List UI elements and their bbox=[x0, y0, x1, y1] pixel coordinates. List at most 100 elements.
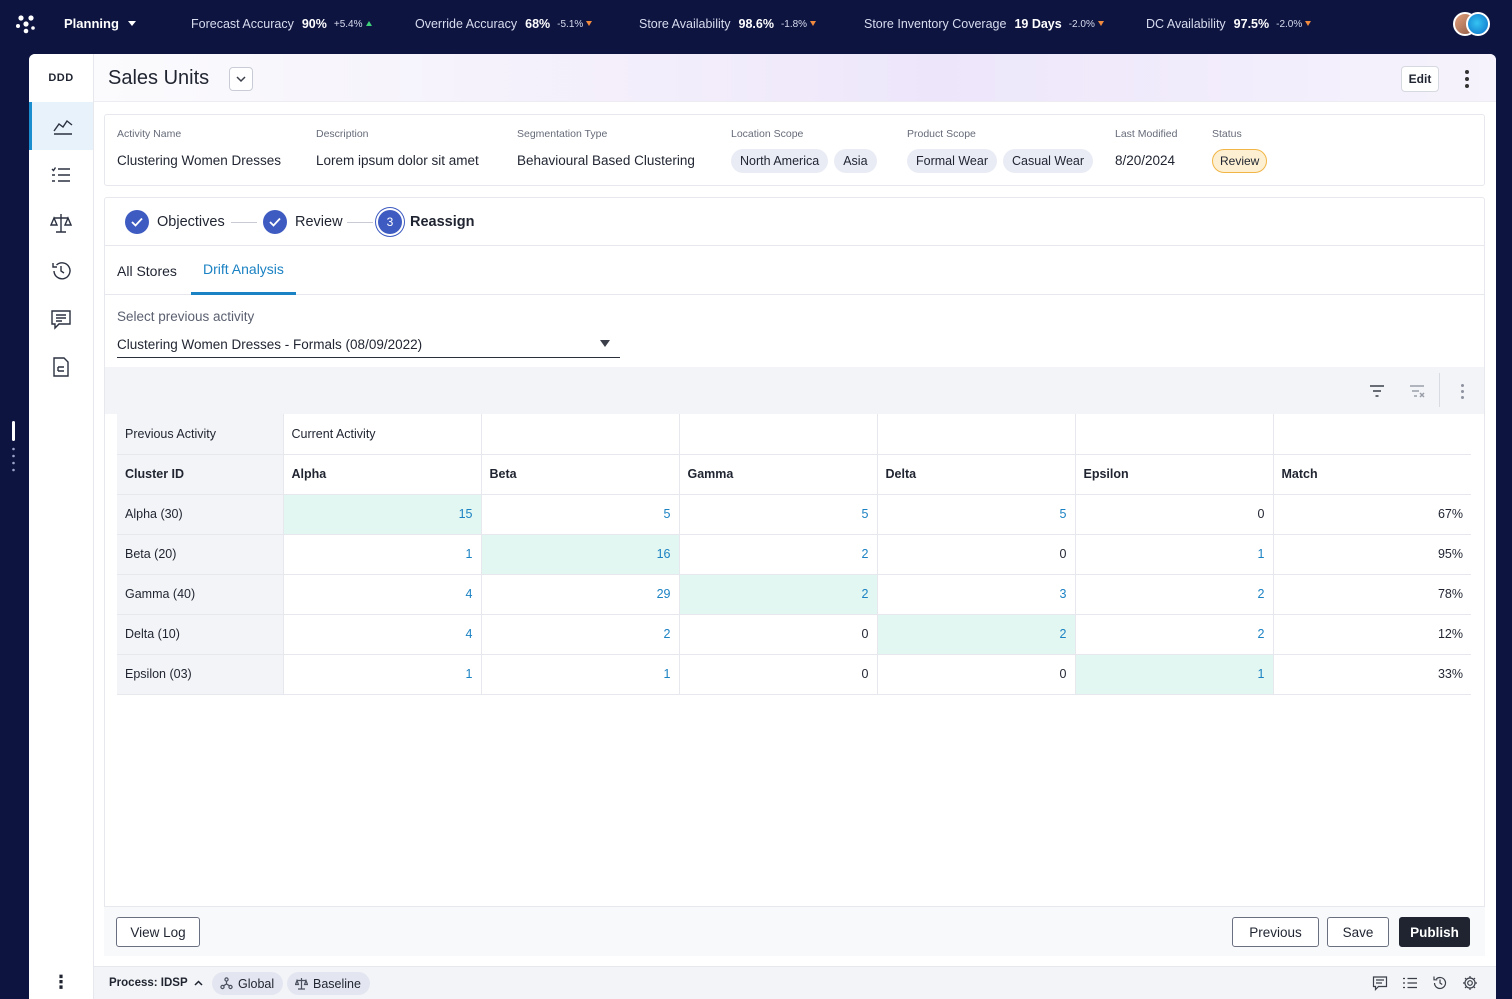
stepper: Objectives Review 3 Reassign bbox=[105, 198, 1484, 246]
kpi-change-text: -2.0% bbox=[1276, 18, 1303, 30]
step-label: Objectives bbox=[157, 214, 225, 230]
scale-icon bbox=[295, 978, 308, 990]
matrix-cell[interactable]: 2 bbox=[877, 614, 1076, 655]
column-header[interactable]: Alpha bbox=[283, 454, 482, 495]
nav-item-checklist[interactable] bbox=[29, 151, 93, 199]
planning-menu-label: Planning bbox=[64, 16, 119, 31]
more-vertical-icon[interactable] bbox=[1459, 66, 1475, 92]
location-scope-field: Location Scope North America Asia bbox=[731, 127, 877, 173]
matrix-cell[interactable]: 15 bbox=[283, 494, 482, 535]
select-label: Select previous activity bbox=[117, 309, 255, 324]
matrix-cell[interactable]: 5 bbox=[877, 494, 1076, 535]
column-header[interactable]: Gamma bbox=[679, 454, 878, 495]
kpi-store-inventory-coverage[interactable]: Store Inventory Coverage 19 Days -2.0% bbox=[864, 17, 1104, 31]
previous-activity-select[interactable]: Clustering Women Dresses - Formals (08/0… bbox=[117, 331, 620, 358]
kpi-value: 68% bbox=[525, 17, 551, 31]
global-chip[interactable]: Global bbox=[212, 972, 284, 995]
column-header[interactable]: Epsilon bbox=[1075, 454, 1274, 495]
row-header: Epsilon (03) bbox=[117, 654, 284, 695]
matrix-cell[interactable]: 29 bbox=[481, 574, 680, 615]
title-dropdown-button[interactable] bbox=[229, 67, 253, 91]
scale-icon bbox=[50, 214, 72, 233]
kpi-override-accuracy[interactable]: Override Accuracy 68% -5.1% bbox=[415, 17, 593, 31]
kpi-value: 19 Days bbox=[1014, 17, 1062, 31]
row-header: Beta (20) bbox=[117, 534, 284, 575]
planning-menu[interactable]: Planning bbox=[64, 16, 136, 31]
kpi-store-availability[interactable]: Store Availability 98.6% -1.8% bbox=[639, 17, 817, 31]
view-log-button[interactable]: View Log bbox=[116, 917, 200, 947]
step-review[interactable]: Review bbox=[263, 210, 343, 234]
field-value: 8/20/2024 bbox=[1115, 153, 1176, 168]
nav-item-comments[interactable] bbox=[29, 295, 93, 343]
matrix-cell[interactable]: 1 bbox=[481, 654, 680, 695]
field-label: Product Scope bbox=[907, 128, 976, 140]
step-reassign[interactable]: 3 Reassign bbox=[378, 210, 474, 234]
filter-icon[interactable] bbox=[1368, 382, 1386, 400]
nav-item-history[interactable] bbox=[29, 247, 93, 295]
matrix-cell[interactable]: 4 bbox=[283, 574, 482, 615]
more-vertical-icon[interactable] bbox=[1457, 382, 1467, 400]
comment-icon[interactable] bbox=[1372, 975, 1388, 991]
matrix-cell[interactable]: 2 bbox=[1075, 574, 1274, 615]
field-value: Clustering Women Dresses bbox=[117, 153, 282, 168]
matrix-cell[interactable]: 1 bbox=[283, 534, 482, 575]
kpi-dc-availability[interactable]: DC Availability 97.5% -2.0% bbox=[1146, 17, 1312, 31]
step-objectives[interactable]: Objectives bbox=[125, 210, 225, 234]
scope-chip: Asia bbox=[834, 149, 877, 173]
column-header[interactable]: Match bbox=[1273, 454, 1471, 495]
more-vertical-icon[interactable]: ⋮ bbox=[29, 972, 93, 992]
edit-button[interactable]: Edit bbox=[1401, 66, 1439, 92]
nav-item-compare[interactable] bbox=[29, 199, 93, 247]
matrix-cell[interactable]: 2 bbox=[679, 574, 878, 615]
select-value: Clustering Women Dresses - Formals (08/0… bbox=[117, 336, 423, 352]
chevron-down-icon bbox=[236, 76, 246, 83]
kpi-change: -2.0% bbox=[1069, 19, 1104, 30]
matrix-cell: 0 bbox=[679, 654, 878, 695]
tab-drift-analysis[interactable]: Drift Analysis bbox=[191, 246, 296, 295]
scroll-indicator[interactable] bbox=[12, 413, 16, 475]
matrix-cell[interactable]: 2 bbox=[1075, 614, 1274, 655]
checklist-icon[interactable] bbox=[1402, 975, 1418, 991]
trend-down-icon bbox=[810, 20, 817, 26]
process-selector[interactable]: Process: IDSP bbox=[109, 977, 203, 989]
matrix-cell[interactable]: 4 bbox=[283, 614, 482, 655]
app-logo-icon[interactable] bbox=[15, 14, 37, 34]
save-button[interactable]: Save bbox=[1327, 917, 1389, 947]
column-header[interactable]: Delta bbox=[877, 454, 1076, 495]
clear-filter-icon[interactable] bbox=[1408, 382, 1426, 400]
matrix-cell[interactable]: 16 bbox=[481, 534, 680, 575]
matrix-cell[interactable]: 3 bbox=[877, 574, 1076, 615]
matrix-cell[interactable]: 5 bbox=[679, 494, 878, 535]
kpi-forecast-accuracy[interactable]: Forecast Accuracy 90% +5.4% bbox=[191, 17, 372, 31]
user-avatars[interactable] bbox=[1453, 12, 1491, 36]
field-value: Behavioural Based Clustering bbox=[517, 153, 695, 168]
group-header-previous: Previous Activity bbox=[117, 414, 284, 455]
matrix-cell[interactable]: 1 bbox=[283, 654, 482, 695]
step-number: 3 bbox=[378, 210, 402, 234]
table-toolbar bbox=[105, 367, 1484, 414]
kpi-change-text: -5.1% bbox=[557, 18, 584, 30]
group-header-empty bbox=[877, 414, 1076, 455]
kpi-change: +5.4% bbox=[334, 19, 372, 30]
previous-button[interactable]: Previous bbox=[1232, 917, 1319, 947]
tab-all-stores[interactable]: All Stores bbox=[105, 246, 189, 295]
last-modified-field: Last Modified 8/20/2024 bbox=[1115, 127, 1177, 168]
kpi-change: -5.1% bbox=[557, 18, 593, 30]
publish-button[interactable]: Publish bbox=[1399, 917, 1470, 947]
matrix-cell[interactable]: 2 bbox=[679, 534, 878, 575]
baseline-chip[interactable]: Baseline bbox=[287, 972, 370, 995]
gear-icon[interactable] bbox=[1462, 975, 1478, 991]
history-icon[interactable] bbox=[1432, 975, 1448, 991]
matrix-cell[interactable]: 2 bbox=[481, 614, 680, 655]
matrix-cell[interactable]: 1 bbox=[1075, 654, 1274, 695]
trend-down-icon bbox=[1305, 20, 1312, 26]
nav-item-documents[interactable] bbox=[29, 343, 93, 391]
brand-label: DDD bbox=[48, 72, 74, 84]
column-header[interactable]: Beta bbox=[481, 454, 680, 495]
matrix-cell[interactable]: 5 bbox=[481, 494, 680, 535]
step-connector bbox=[347, 222, 373, 223]
column-header[interactable]: Cluster ID bbox=[117, 454, 284, 495]
matrix-cell[interactable]: 1 bbox=[1075, 534, 1274, 575]
avatar[interactable] bbox=[1466, 12, 1490, 36]
nav-item-sales[interactable] bbox=[29, 102, 93, 150]
